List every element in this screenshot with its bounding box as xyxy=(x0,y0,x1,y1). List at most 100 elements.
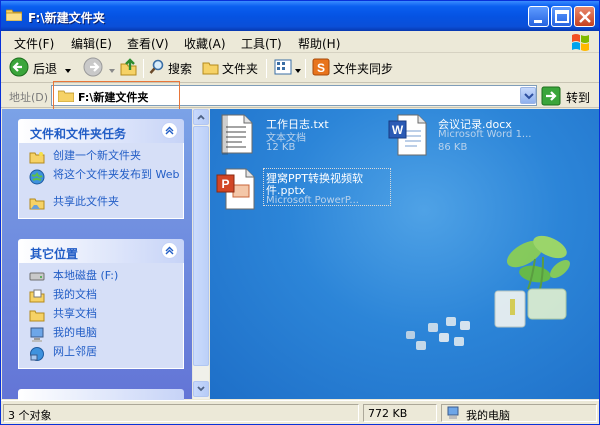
folder-icon xyxy=(5,8,23,22)
views-dropdown-icon xyxy=(295,62,301,76)
forward-button[interactable] xyxy=(83,57,115,80)
collapse-chevron-icon[interactable] xyxy=(161,242,178,259)
place-local-disk[interactable]: 本地磁盘 (F:) xyxy=(19,269,183,288)
task-pane-scrollbar[interactable] xyxy=(192,109,209,399)
up-folder-button[interactable] xyxy=(119,57,139,80)
back-dropdown-icon[interactable] xyxy=(65,62,72,76)
other-places-panel: 其它位置 本地磁盘 (F:) 我的文档 共享文档 我的电脑 网上邻居 xyxy=(18,239,184,369)
menu-edit[interactable]: 编辑(E) xyxy=(71,35,112,52)
place-my-documents[interactable]: 我的文档 xyxy=(19,288,183,307)
powerpoint-file-icon: P xyxy=(216,167,256,214)
status-location: 我的电脑 xyxy=(441,404,597,422)
file-tasks-body: 创建一个新文件夹 将这个文件夹发布到 Web 共享此文件夹 xyxy=(18,143,184,219)
menu-favorites[interactable]: 收藏(A) xyxy=(184,35,226,52)
minimize-icon xyxy=(534,20,542,23)
folders-button[interactable]: 文件夹 xyxy=(202,57,258,80)
task-publish-web[interactable]: 将这个文件夹发布到 Web xyxy=(19,168,183,195)
status-size: 772 KB xyxy=(363,404,437,422)
file-tasks-header[interactable]: 文件和文件夹任务 xyxy=(18,119,184,143)
back-label: 后退 xyxy=(33,62,58,76)
scroll-up-button[interactable] xyxy=(193,109,209,125)
place-shared-documents[interactable]: 共享文档 xyxy=(19,307,183,326)
status-location-label: 我的电脑 xyxy=(466,409,510,422)
file-list[interactable]: 工作日志.txt 文本文档 12 KB W 会议记录.docx Microsof… xyxy=(210,109,599,399)
up-folder-icon xyxy=(119,57,139,80)
network-icon xyxy=(29,346,45,365)
menu-tools[interactable]: 工具(T) xyxy=(241,35,282,52)
address-highlight xyxy=(53,81,180,110)
place-network-label: 网上邻居 xyxy=(53,345,97,358)
window-title: F:\新建文件夹 xyxy=(28,11,105,25)
menu-view[interactable]: 查看(V) xyxy=(127,35,169,52)
task-share-folder[interactable]: 共享此文件夹 xyxy=(19,195,183,214)
other-places-header[interactable]: 其它位置 xyxy=(18,239,184,263)
menu-file[interactable]: 文件(F) xyxy=(14,35,54,52)
chevron-down-icon xyxy=(524,93,534,100)
word-file-icon: W xyxy=(388,113,428,160)
globe-icon xyxy=(29,169,45,188)
file-type: Microsoft PowerP... xyxy=(266,195,359,206)
folder-sync-button[interactable]: S 文件夹同步 xyxy=(312,57,393,80)
maximize-button[interactable] xyxy=(551,6,572,27)
place-my-computer-label: 我的电脑 xyxy=(53,326,97,339)
sync-label: 文件夹同步 xyxy=(333,62,394,76)
documents-folder-icon xyxy=(29,289,45,306)
collapse-chevron-icon[interactable] xyxy=(161,122,178,139)
place-network[interactable]: 网上邻居 xyxy=(19,345,183,364)
views-button[interactable] xyxy=(274,57,301,80)
toolbar: 后退 搜索 文件夹 S 文件夹同步 xyxy=(1,54,599,83)
task-pane: 文件和文件夹任务 创建一个新文件夹 将这个文件夹发布到 Web 共享此文件夹 其… xyxy=(2,109,209,413)
file-type: Microsoft Word 1... xyxy=(438,129,532,140)
task-new-folder[interactable]: 创建一个新文件夹 xyxy=(19,149,183,168)
views-icon xyxy=(274,58,294,79)
forward-arrow-icon xyxy=(83,57,103,80)
hard-drive-icon xyxy=(29,270,45,285)
place-shared-documents-label: 共享文档 xyxy=(53,307,97,320)
title-bar[interactable]: F:\新建文件夹 xyxy=(1,1,599,31)
windows-logo-icon xyxy=(567,31,595,53)
scroll-thumb[interactable] xyxy=(193,126,209,366)
go-arrow-icon xyxy=(541,86,561,109)
scroll-down-button[interactable] xyxy=(193,381,209,397)
svg-text:P: P xyxy=(221,177,229,191)
maximize-icon xyxy=(555,10,569,23)
folders-icon xyxy=(202,60,219,78)
new-folder-icon xyxy=(29,150,45,167)
back-arrow-icon xyxy=(9,57,29,80)
other-places-title: 其它位置 xyxy=(30,247,79,261)
close-button[interactable] xyxy=(574,6,595,27)
explorer-window: F:\新建文件夹 文件(F) 编辑(E) 查看(V) 收藏(A) 工具(T) 帮… xyxy=(0,0,600,425)
address-dropdown-button[interactable] xyxy=(520,87,536,104)
task-new-folder-label: 创建一个新文件夹 xyxy=(53,149,141,162)
forward-dropdown-icon[interactable] xyxy=(109,62,115,76)
shared-folder-icon xyxy=(29,308,45,325)
go-button[interactable]: 转到 xyxy=(541,86,590,109)
file-size: 12 KB xyxy=(266,142,296,153)
computer-icon xyxy=(446,406,460,423)
place-local-disk-label: 本地磁盘 (F:) xyxy=(53,269,119,282)
other-places-body: 本地磁盘 (F:) 我的文档 共享文档 我的电脑 网上邻居 xyxy=(18,263,184,369)
task-publish-web-label: 将这个文件夹发布到 Web xyxy=(53,168,180,181)
place-my-computer[interactable]: 我的电脑 xyxy=(19,326,183,345)
close-icon xyxy=(579,11,591,23)
search-button[interactable]: 搜索 xyxy=(149,57,192,80)
file-tasks-title: 文件和文件夹任务 xyxy=(30,127,127,141)
svg-text:S: S xyxy=(317,61,325,75)
share-folder-icon xyxy=(29,196,45,213)
status-bar: 3 个对象 772 KB 我的电脑 xyxy=(1,400,599,424)
sync-icon: S xyxy=(312,58,330,79)
svg-text:W: W xyxy=(392,123,404,137)
file-size: 86 KB xyxy=(438,142,468,153)
file-tasks-panel: 文件和文件夹任务 创建一个新文件夹 将这个文件夹发布到 Web 共享此文件夹 xyxy=(18,119,184,219)
scroll-down-icon xyxy=(197,386,205,392)
menu-help[interactable]: 帮助(H) xyxy=(298,35,340,52)
go-label: 转到 xyxy=(566,91,591,105)
text-file-icon xyxy=(220,113,254,158)
address-label: 地址(D) xyxy=(9,91,49,104)
back-button[interactable]: 后退 xyxy=(9,57,72,80)
minimize-button[interactable] xyxy=(528,6,549,27)
search-label: 搜索 xyxy=(168,62,193,76)
menu-bar: 文件(F) 编辑(E) 查看(V) 收藏(A) 工具(T) 帮助(H) xyxy=(1,31,599,53)
place-my-documents-label: 我的文档 xyxy=(53,288,97,301)
status-object-count: 3 个对象 xyxy=(3,404,359,422)
